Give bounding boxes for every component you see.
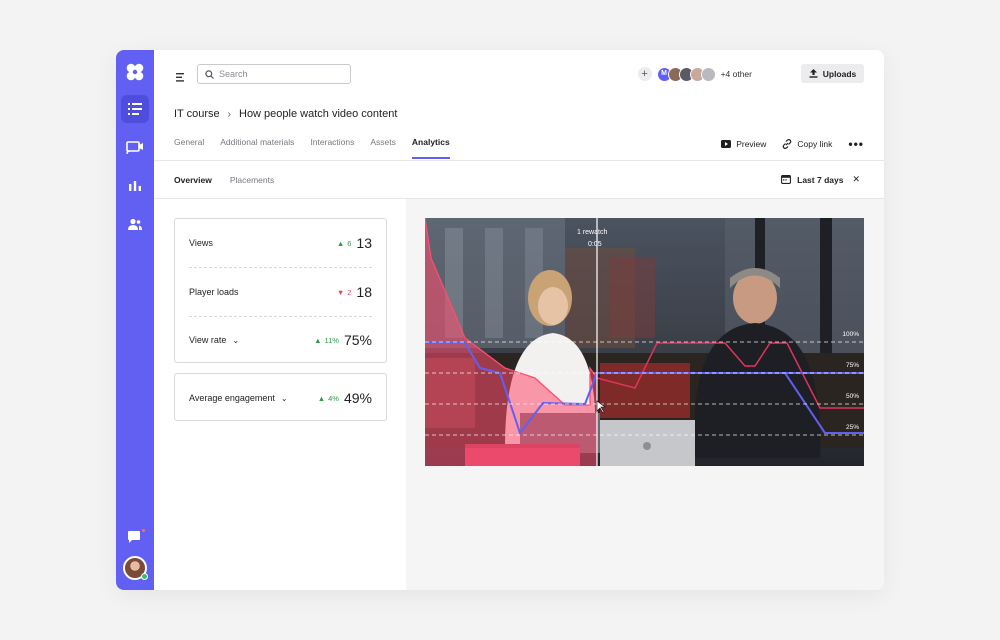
sidebar xyxy=(116,50,154,590)
metric-value: 75% xyxy=(343,332,372,348)
page-title: How people watch video content xyxy=(239,108,398,120)
metric-change-up: ▲ 4% xyxy=(318,394,339,403)
subtab-bar: Overview Placements xyxy=(174,175,292,185)
chevron-right-icon: › xyxy=(227,108,231,120)
preview-button[interactable]: Preview xyxy=(721,139,766,149)
tab-assets[interactable]: Assets xyxy=(370,137,396,159)
metric-value: 49% xyxy=(343,390,372,406)
date-range-label: Last 7 days xyxy=(797,174,844,185)
triangle-up-icon: ▲ xyxy=(336,238,345,248)
metric-views: Views ▲ 6 13 xyxy=(189,219,372,267)
metric-label: Views xyxy=(189,238,213,248)
metrics-card: Views ▲ 6 13 Player loads ▼ 2 18 View rate… xyxy=(174,218,387,363)
video-player[interactable]: 1 rewatch 0:05 100% 75% 50% 25% xyxy=(425,218,864,466)
metric-label: Average engagement xyxy=(189,393,275,403)
metrics-panel: Views ▲ 6 13 Player loads ▼ 2 18 View rate… xyxy=(154,199,406,590)
level-label-25: 25% xyxy=(845,424,859,431)
cast-icon xyxy=(126,141,143,155)
metric-change-value: 2 xyxy=(347,287,352,297)
metric-value: 18 xyxy=(356,284,372,300)
link-icon xyxy=(783,139,792,149)
date-range-filter[interactable]: Last 7 days ✕ xyxy=(781,174,860,185)
rewatch-label: 1 rewatch xyxy=(577,229,608,236)
breadcrumb: IT course › How people watch video conte… xyxy=(174,108,397,120)
messages-button[interactable] xyxy=(127,528,146,546)
copy-link-button[interactable]: Copy link xyxy=(782,139,832,149)
app-window: + M +4 other Uploads IT course › How peo… xyxy=(116,50,884,590)
chevron-down-icon[interactable]: ⌄ xyxy=(232,336,239,345)
online-status-dot xyxy=(141,573,148,580)
metric-view-rate[interactable]: View rate ⌄ ▲ 11% 75% xyxy=(189,316,372,364)
engagement-card: Average engagement ⌄ ▲ 4% 49% xyxy=(174,373,387,421)
triangle-up-icon: ▲ xyxy=(317,393,326,403)
tab-interactions[interactable]: Interactions xyxy=(310,137,354,159)
collaborator-avatars: M xyxy=(656,66,716,82)
video-frame xyxy=(425,218,864,466)
triangle-up-icon: ▲ xyxy=(314,335,322,345)
metric-change-up: ▲ 11% xyxy=(314,336,339,345)
triangle-down-icon: ▼ xyxy=(336,287,345,297)
menu-icon[interactable] xyxy=(176,69,186,82)
level-label-50: 50% xyxy=(845,393,859,400)
collaborator-avatar[interactable] xyxy=(700,66,716,82)
breadcrumb-parent[interactable]: IT course xyxy=(174,108,220,120)
level-label-100: 100% xyxy=(842,331,859,338)
users-icon xyxy=(128,218,142,230)
sidebar-item-cast[interactable] xyxy=(121,134,149,162)
playhead-timestamp: 0:05 xyxy=(588,241,602,248)
video-analytics-area: 1 rewatch 0:05 100% 75% 50% 25% xyxy=(406,199,884,590)
metric-change-down: ▼ 2 xyxy=(337,288,352,297)
collaborators: + M +4 other xyxy=(637,66,752,82)
logo-icon[interactable] xyxy=(125,62,145,82)
subtab-placements[interactable]: Placements xyxy=(230,175,274,185)
notification-dot xyxy=(141,528,146,533)
calendar-icon xyxy=(781,175,792,184)
metric-value: 13 xyxy=(356,235,372,251)
chat-icon xyxy=(128,531,140,543)
copy-link-label: Copy link xyxy=(797,139,833,149)
search-box[interactable] xyxy=(197,64,351,84)
metric-average-engagement[interactable]: Average engagement ⌄ ▲ 4% 49% xyxy=(189,374,372,422)
metric-change-up: ▲ 6 xyxy=(337,239,352,248)
metric-change-value: 6 xyxy=(347,238,352,248)
sidebar-item-list[interactable] xyxy=(121,95,149,123)
more-options-icon[interactable]: ••• xyxy=(848,138,864,150)
tab-general[interactable]: General xyxy=(174,137,204,159)
subtab-overview[interactable]: Overview xyxy=(174,175,212,185)
uploads-button[interactable]: Uploads xyxy=(801,64,864,83)
search-icon xyxy=(205,69,214,79)
bar-chart-icon xyxy=(129,181,141,191)
list-icon xyxy=(128,103,142,115)
add-collaborator-button[interactable]: + xyxy=(637,67,652,81)
metric-change-value: 4% xyxy=(328,393,339,403)
level-label-75: 75% xyxy=(845,362,859,369)
user-avatar[interactable] xyxy=(123,556,148,580)
metric-label: View rate xyxy=(189,335,227,345)
sidebar-item-analytics[interactable] xyxy=(121,171,149,199)
other-collaborators-count[interactable]: +4 other xyxy=(721,69,752,79)
tab-actions: Preview Copy link ••• xyxy=(705,138,864,150)
metric-label: Player loads xyxy=(189,287,239,297)
clear-filter-icon[interactable]: ✕ xyxy=(852,174,860,185)
top-bar: + M +4 other Uploads xyxy=(154,50,884,98)
play-icon xyxy=(721,140,732,148)
upload-icon xyxy=(809,69,818,78)
chevron-down-icon[interactable]: ⌄ xyxy=(281,394,288,403)
metric-player-loads: Player loads ▼ 2 18 xyxy=(189,268,372,316)
tab-additional-materials[interactable]: Additional materials xyxy=(220,137,294,159)
preview-label: Preview xyxy=(736,139,767,149)
tab-bar: General Additional materials Interaction… xyxy=(174,137,466,159)
tab-analytics[interactable]: Analytics xyxy=(411,137,450,159)
metric-change-value: 11% xyxy=(324,335,339,345)
sidebar-item-users[interactable] xyxy=(121,210,149,238)
divider xyxy=(154,160,884,161)
uploads-label: Uploads xyxy=(822,68,857,79)
search-input[interactable] xyxy=(219,69,339,79)
